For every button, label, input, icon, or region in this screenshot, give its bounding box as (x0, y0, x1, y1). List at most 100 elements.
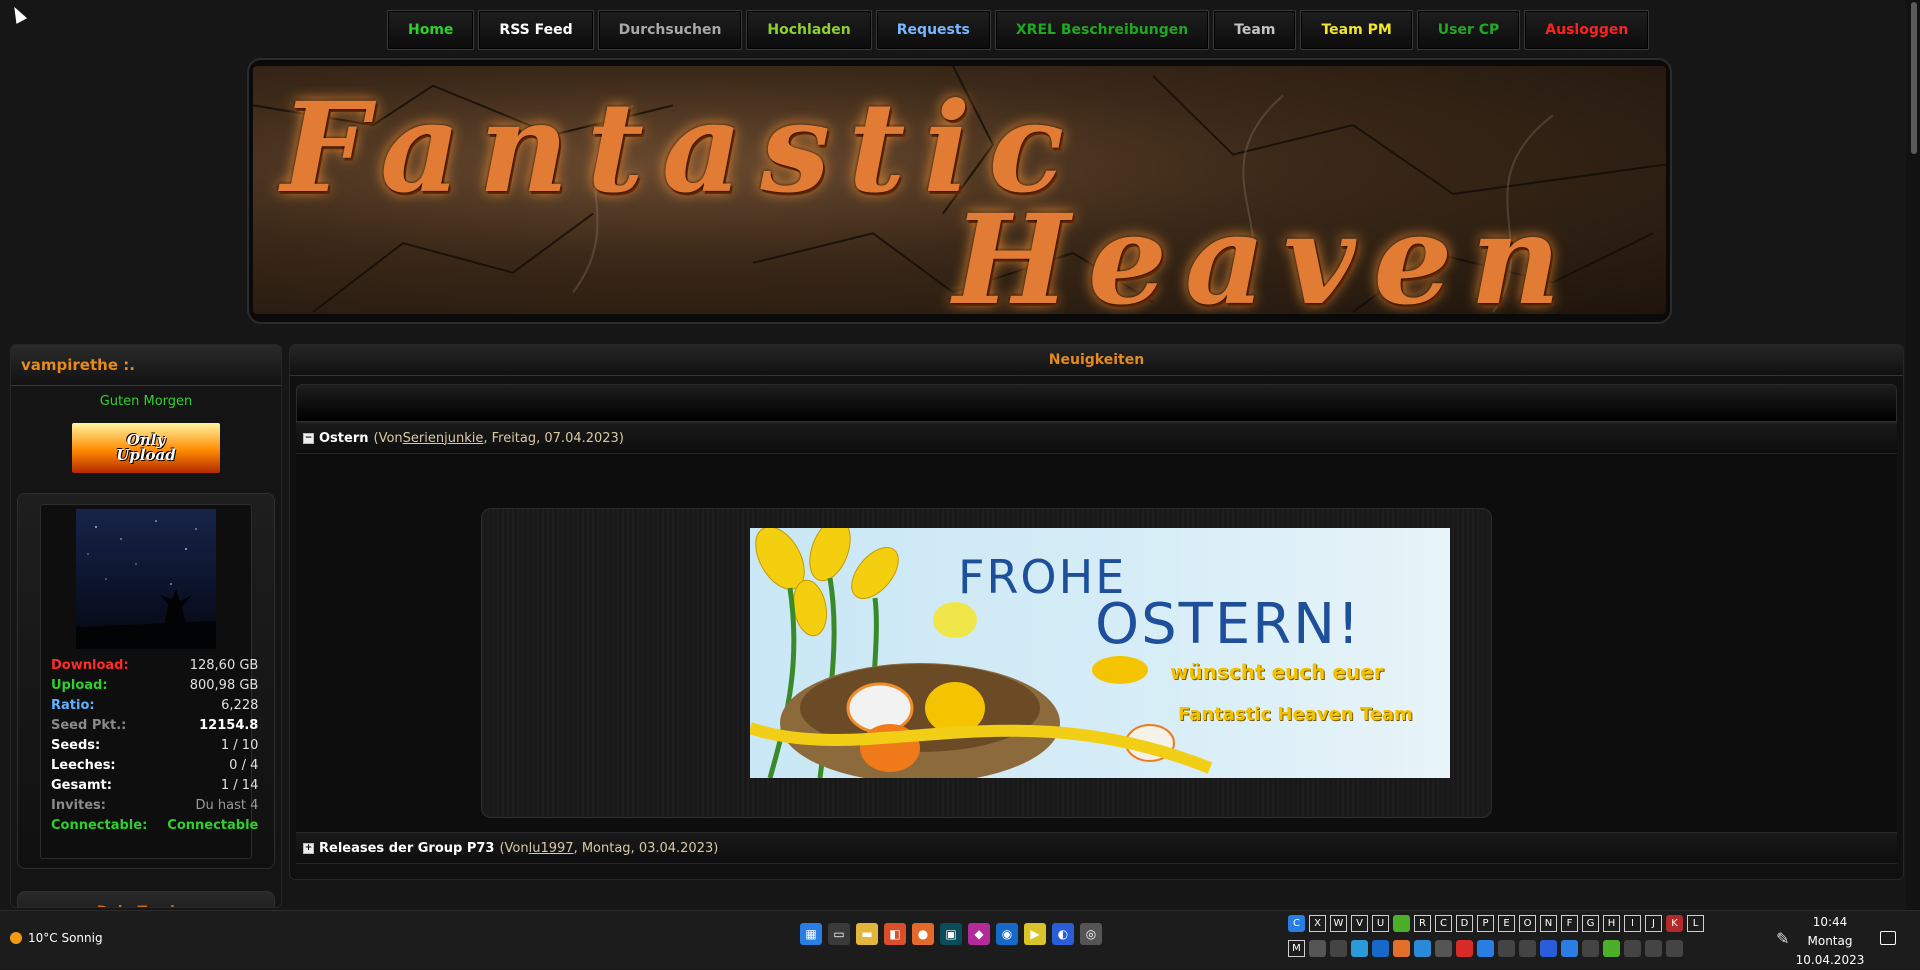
nav-team-pm[interactable]: Team PM (1300, 10, 1413, 50)
easter-text-wuenscht: wünscht euch euer (1170, 660, 1384, 684)
avatar-night-sky (76, 520, 216, 649)
drive-icon[interactable]: U (1372, 915, 1389, 932)
terminal-icon[interactable]: ▣ (940, 923, 962, 945)
drive-icon[interactable]: F (1561, 915, 1578, 932)
site-banner[interactable]: Fantastic Heaven (253, 66, 1666, 314)
expand-icon[interactable]: + (303, 842, 314, 854)
drive-icon[interactable]: R (1414, 915, 1431, 932)
tray-row-1: C X W V U R C D P E O N F G H I J K L (1288, 915, 1776, 932)
stat-label-connectable: Connectable: (51, 817, 148, 833)
pen-icon[interactable]: ✎ (1776, 929, 1789, 948)
app-tray-icon[interactable] (1624, 940, 1641, 957)
drive-icon[interactable]: O (1519, 915, 1536, 932)
news-author-link[interactable]: Serienjunkie (403, 431, 484, 446)
bluetooth-icon[interactable] (1582, 940, 1599, 957)
tracker-header[interactable]: Dein Tracker (17, 891, 275, 907)
news-item-releases-p73[interactable]: + Releases der Group P73 (Von lu1997 , M… (296, 832, 1897, 864)
news-meta-suffix: , Freitag, 07.04.2023) (483, 430, 624, 446)
drive-icon[interactable]: N (1540, 915, 1557, 932)
drive-icon[interactable]: E (1498, 915, 1515, 932)
drive-icon[interactable]: X (1309, 915, 1326, 932)
app-tray-icon[interactable] (1414, 940, 1431, 957)
top-navigation: Home RSS Feed Durchsuchen Hochladen Requ… (387, 10, 1650, 52)
news-item-ostern[interactable]: − Ostern (Von Serienjunkie , Freitag, 07… (296, 422, 1897, 454)
news-meta-prefix: (Von (499, 840, 529, 856)
app-tray-icon[interactable] (1477, 940, 1494, 957)
drive-icon[interactable]: J (1645, 915, 1662, 932)
app-tray-icon[interactable] (1435, 940, 1452, 957)
collapse-icon[interactable]: − (303, 432, 314, 444)
chrome-icon[interactable]: ◎ (1080, 923, 1102, 945)
stat-row-upload: Upload: 800,98 GB (41, 675, 268, 695)
drive-icon[interactable]: W (1330, 915, 1347, 932)
news-title: Ostern (319, 430, 369, 446)
drive-icon[interactable]: H (1603, 915, 1620, 932)
page-scrollbar[interactable] (1906, 0, 1920, 910)
task-view-icon[interactable]: ▭ (828, 923, 850, 945)
taskbar-clock[interactable]: 10:44 Montag 10.04.2023 (1790, 913, 1870, 970)
app-tray-icon[interactable] (1561, 940, 1578, 957)
outlook-tray-icon[interactable] (1372, 940, 1389, 957)
app-tray-icon[interactable] (1456, 940, 1473, 957)
stat-label-gesamt: Gesamt: (51, 777, 112, 793)
nav-requests[interactable]: Requests (875, 10, 991, 50)
stat-label-upload: Upload: (51, 677, 108, 693)
media-player-icon[interactable]: ▶ (1024, 923, 1046, 945)
news-panel-title: Neuigkeiten (290, 345, 1903, 376)
nav-home[interactable]: Home (387, 10, 475, 50)
drive-icon[interactable]: L (1687, 915, 1704, 932)
nav-team[interactable]: Team (1213, 10, 1297, 50)
drive-icon[interactable]: D (1456, 915, 1473, 932)
easter-image-box: FROHE OSTERN! wünscht euch euer Fantasti… (481, 508, 1492, 818)
network-icon[interactable] (1645, 940, 1662, 957)
stat-value-invites[interactable]: Du hast 4 (157, 795, 268, 815)
check-icon[interactable] (1603, 940, 1620, 957)
shield-icon[interactable] (1330, 940, 1347, 957)
app-tray-icon[interactable] (1498, 940, 1515, 957)
stat-row-connectable: Connectable: Connectable (41, 815, 268, 835)
drive-icon[interactable]: C (1288, 915, 1305, 932)
firefox-icon[interactable]: ● (912, 923, 934, 945)
nav-rss-feed[interactable]: RSS Feed (478, 10, 594, 50)
outlook-icon[interactable]: ◉ (996, 923, 1018, 945)
clock-day: Montag (1807, 934, 1853, 948)
app-tray-icon[interactable] (1393, 940, 1410, 957)
file-explorer-icon[interactable]: ▬ (856, 923, 878, 945)
app-tray-icon[interactable] (1540, 940, 1557, 957)
username: vampirethe :. (21, 356, 135, 374)
nav-user-cp[interactable]: User CP (1416, 10, 1521, 50)
mouse-cursor (8, 4, 28, 24)
ccleaner-icon[interactable]: ◐ (1052, 923, 1074, 945)
drive-icon[interactable]: P (1477, 915, 1494, 932)
volume-icon[interactable] (1666, 940, 1683, 957)
badge-line2: Upload (116, 446, 176, 464)
store-icon[interactable]: ◧ (884, 923, 906, 945)
notification-icon[interactable] (1880, 931, 1896, 945)
stat-row-download: Download: 128,60 GB (41, 655, 268, 675)
start-icon[interactable]: ▦ (800, 923, 822, 945)
weather-widget[interactable]: 10°C Sonnig (10, 931, 103, 945)
drive-icon[interactable]: V (1351, 915, 1368, 932)
drive-icon[interactable]: G (1582, 915, 1599, 932)
drive-icon[interactable]: I (1624, 915, 1641, 932)
app-tray-icon[interactable] (1351, 940, 1368, 957)
drive-icon[interactable]: K (1666, 915, 1683, 932)
news-author-link[interactable]: lu1997 (529, 841, 574, 856)
keyboard-icon[interactable] (1519, 940, 1536, 957)
nav-ausloggen[interactable]: Ausloggen (1524, 10, 1650, 50)
news-meta-suffix: , Montag, 03.04.2023) (573, 840, 719, 856)
nvidia-icon[interactable] (1393, 915, 1410, 932)
avatar[interactable] (76, 509, 216, 649)
editor-icon[interactable]: ◆ (968, 923, 990, 945)
news-body: FROHE OSTERN! wünscht euch euer Fantasti… (296, 454, 1897, 832)
nav-durchsuchen[interactable]: Durchsuchen (597, 10, 743, 50)
drive-icon[interactable]: M (1288, 940, 1305, 957)
stats-box: Download: 128,60 GB Upload: 800,98 GB Rati… (17, 493, 275, 869)
app-tray-icon[interactable] (1309, 940, 1326, 957)
nav-hochladen[interactable]: Hochladen (746, 10, 872, 50)
nav-xrel[interactable]: XREL Beschreibungen (994, 10, 1210, 50)
username-header[interactable]: vampirethe :. (11, 345, 281, 386)
scrollbar-thumb[interactable] (1911, 2, 1917, 154)
system-tray: C X W V U R C D P E O N F G H I J K L M (1288, 915, 1776, 965)
drive-icon[interactable]: C (1435, 915, 1452, 932)
